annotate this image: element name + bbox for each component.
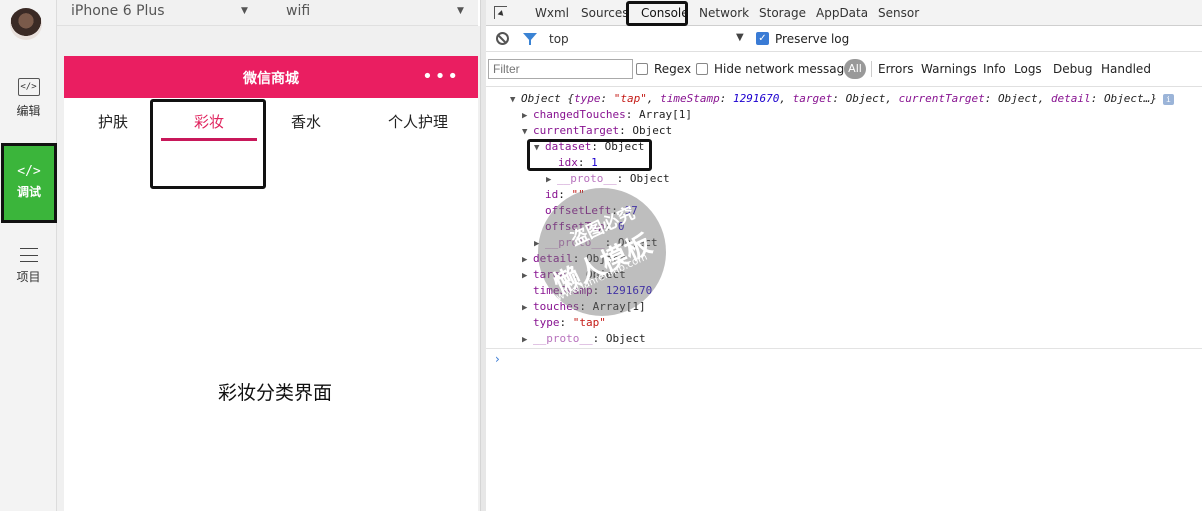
separator [871, 61, 872, 77]
console-toolbar: top ▼ ✓ Preserve log [486, 26, 1202, 52]
sidebar-item-label: 调试 [16, 185, 41, 199]
sidebar-item-edit[interactable]: </> 编辑 [0, 70, 57, 148]
tab-network[interactable]: Network [699, 6, 749, 20]
info-icon[interactable]: i [1162, 94, 1174, 105]
nav-bar: 微信商城 ••• [64, 56, 478, 98]
clear-console-icon[interactable] [496, 32, 509, 45]
filter-input[interactable] [488, 59, 633, 79]
tree-row[interactable]: ▶ changedTouches: Array[1] [522, 107, 692, 124]
content-text: 彩妆分类界面 [217, 382, 332, 404]
console-prompt[interactable]: › [495, 352, 500, 366]
console-divider [486, 348, 1202, 349]
inspect-icon[interactable] [494, 6, 507, 19]
tree-row[interactable]: ▶ __proto__: Object [522, 331, 646, 348]
simulator-toolbar: iPhone 6 Plus ▼ wifi ▼ [57, 0, 478, 26]
highlight-box [527, 139, 652, 171]
hide-network-checkbox[interactable] [696, 63, 708, 75]
tab-skincare[interactable]: 护肤 [98, 111, 128, 132]
tab-personal-care[interactable]: 个人护理 [388, 111, 448, 132]
tab-perfume[interactable]: 香水 [291, 111, 321, 132]
watermark-seal: 盗图必究 懒人模板 www.lanrenmb.com [538, 188, 666, 316]
level-warnings[interactable]: Warnings [921, 62, 977, 76]
sidebar-item-label: 编辑 [16, 104, 41, 118]
regex-label: Regex [654, 62, 692, 76]
more-icon[interactable]: ••• [422, 66, 460, 87]
context-select[interactable]: top [549, 32, 569, 46]
tree-row[interactable]: ▶ __proto__: Object [546, 171, 670, 188]
tab-sources[interactable]: Sources [581, 6, 628, 20]
expand-triangle-icon[interactable]: ▶ [522, 252, 533, 268]
expand-triangle-icon[interactable]: ▶ [522, 300, 533, 316]
device-select[interactable]: iPhone 6 Plus [71, 3, 165, 19]
preserve-log-label: Preserve log [775, 32, 850, 46]
network-select[interactable]: wifi [286, 3, 310, 19]
sidebar-item-debug[interactable]: </> 调试 [1, 143, 57, 223]
tree-row[interactable]: ▼ currentTarget: Object [522, 123, 672, 140]
expand-triangle-icon[interactable]: ▶ [522, 108, 533, 124]
avatar[interactable] [10, 8, 42, 40]
tab-appdata[interactable]: AppData [816, 6, 868, 20]
sidebar-item-project[interactable]: 项目 [0, 240, 57, 318]
highlight-box [150, 99, 266, 189]
tab-sensor[interactable]: Sensor [878, 6, 919, 20]
phone-screen: 微信商城 ••• 护肤 彩妆 香水 个人护理 彩妆分类界面 [64, 56, 478, 511]
preserve-log-checkbox[interactable]: ✓ [756, 32, 769, 45]
tab-storage[interactable]: Storage [759, 6, 806, 20]
log-object-line[interactable]: ▼ Object {type: "tap", timeStamp: 1291670… [510, 91, 1174, 108]
highlight-box [626, 1, 688, 26]
sidebar-item-label: 项目 [16, 270, 41, 284]
expand-triangle-icon[interactable]: ▶ [522, 332, 533, 348]
devtools-tabbar: Wxml Sources Console Network Storage App… [486, 0, 1202, 26]
level-logs[interactable]: Logs [1014, 62, 1042, 76]
chevron-down-icon[interactable]: ▼ [457, 6, 464, 16]
level-handled[interactable]: Handled [1101, 62, 1151, 76]
menu-icon [19, 248, 38, 262]
chevron-down-icon[interactable]: ▼ [241, 6, 248, 16]
code-icon: </> [17, 164, 41, 179]
filter-icon[interactable] [523, 33, 537, 45]
expand-triangle-icon[interactable]: ▶ [522, 268, 533, 284]
expand-triangle-icon[interactable]: ▶ [546, 172, 557, 188]
app-window: </> 编辑 </> 调试 项目 iPhone 6 Plus ▼ wifi ▼ … [0, 0, 1202, 511]
expand-triangle-icon[interactable]: ▼ [522, 124, 533, 140]
chevron-down-icon[interactable]: ▼ [736, 32, 744, 43]
code-icon: </> [17, 78, 40, 96]
category-tabs: 护肤 彩妆 香水 个人护理 [64, 98, 478, 158]
expand-triangle-icon[interactable]: ▼ [510, 92, 521, 108]
level-errors[interactable]: Errors [878, 62, 914, 76]
tree-row: type: "tap" [533, 316, 606, 329]
level-all[interactable]: All [844, 59, 866, 79]
level-info[interactable]: Info [983, 62, 1006, 76]
console-filter-bar: Regex Hide network messages All Errors W… [486, 53, 1202, 87]
tab-wxml[interactable]: Wxml [535, 6, 569, 20]
hide-network-label: Hide network messages [714, 62, 858, 76]
level-debug[interactable]: Debug [1053, 62, 1092, 76]
regex-checkbox[interactable] [636, 63, 648, 75]
left-sidebar: </> 编辑 </> 调试 项目 [0, 0, 57, 511]
page-title: 微信商城 [243, 71, 299, 87]
